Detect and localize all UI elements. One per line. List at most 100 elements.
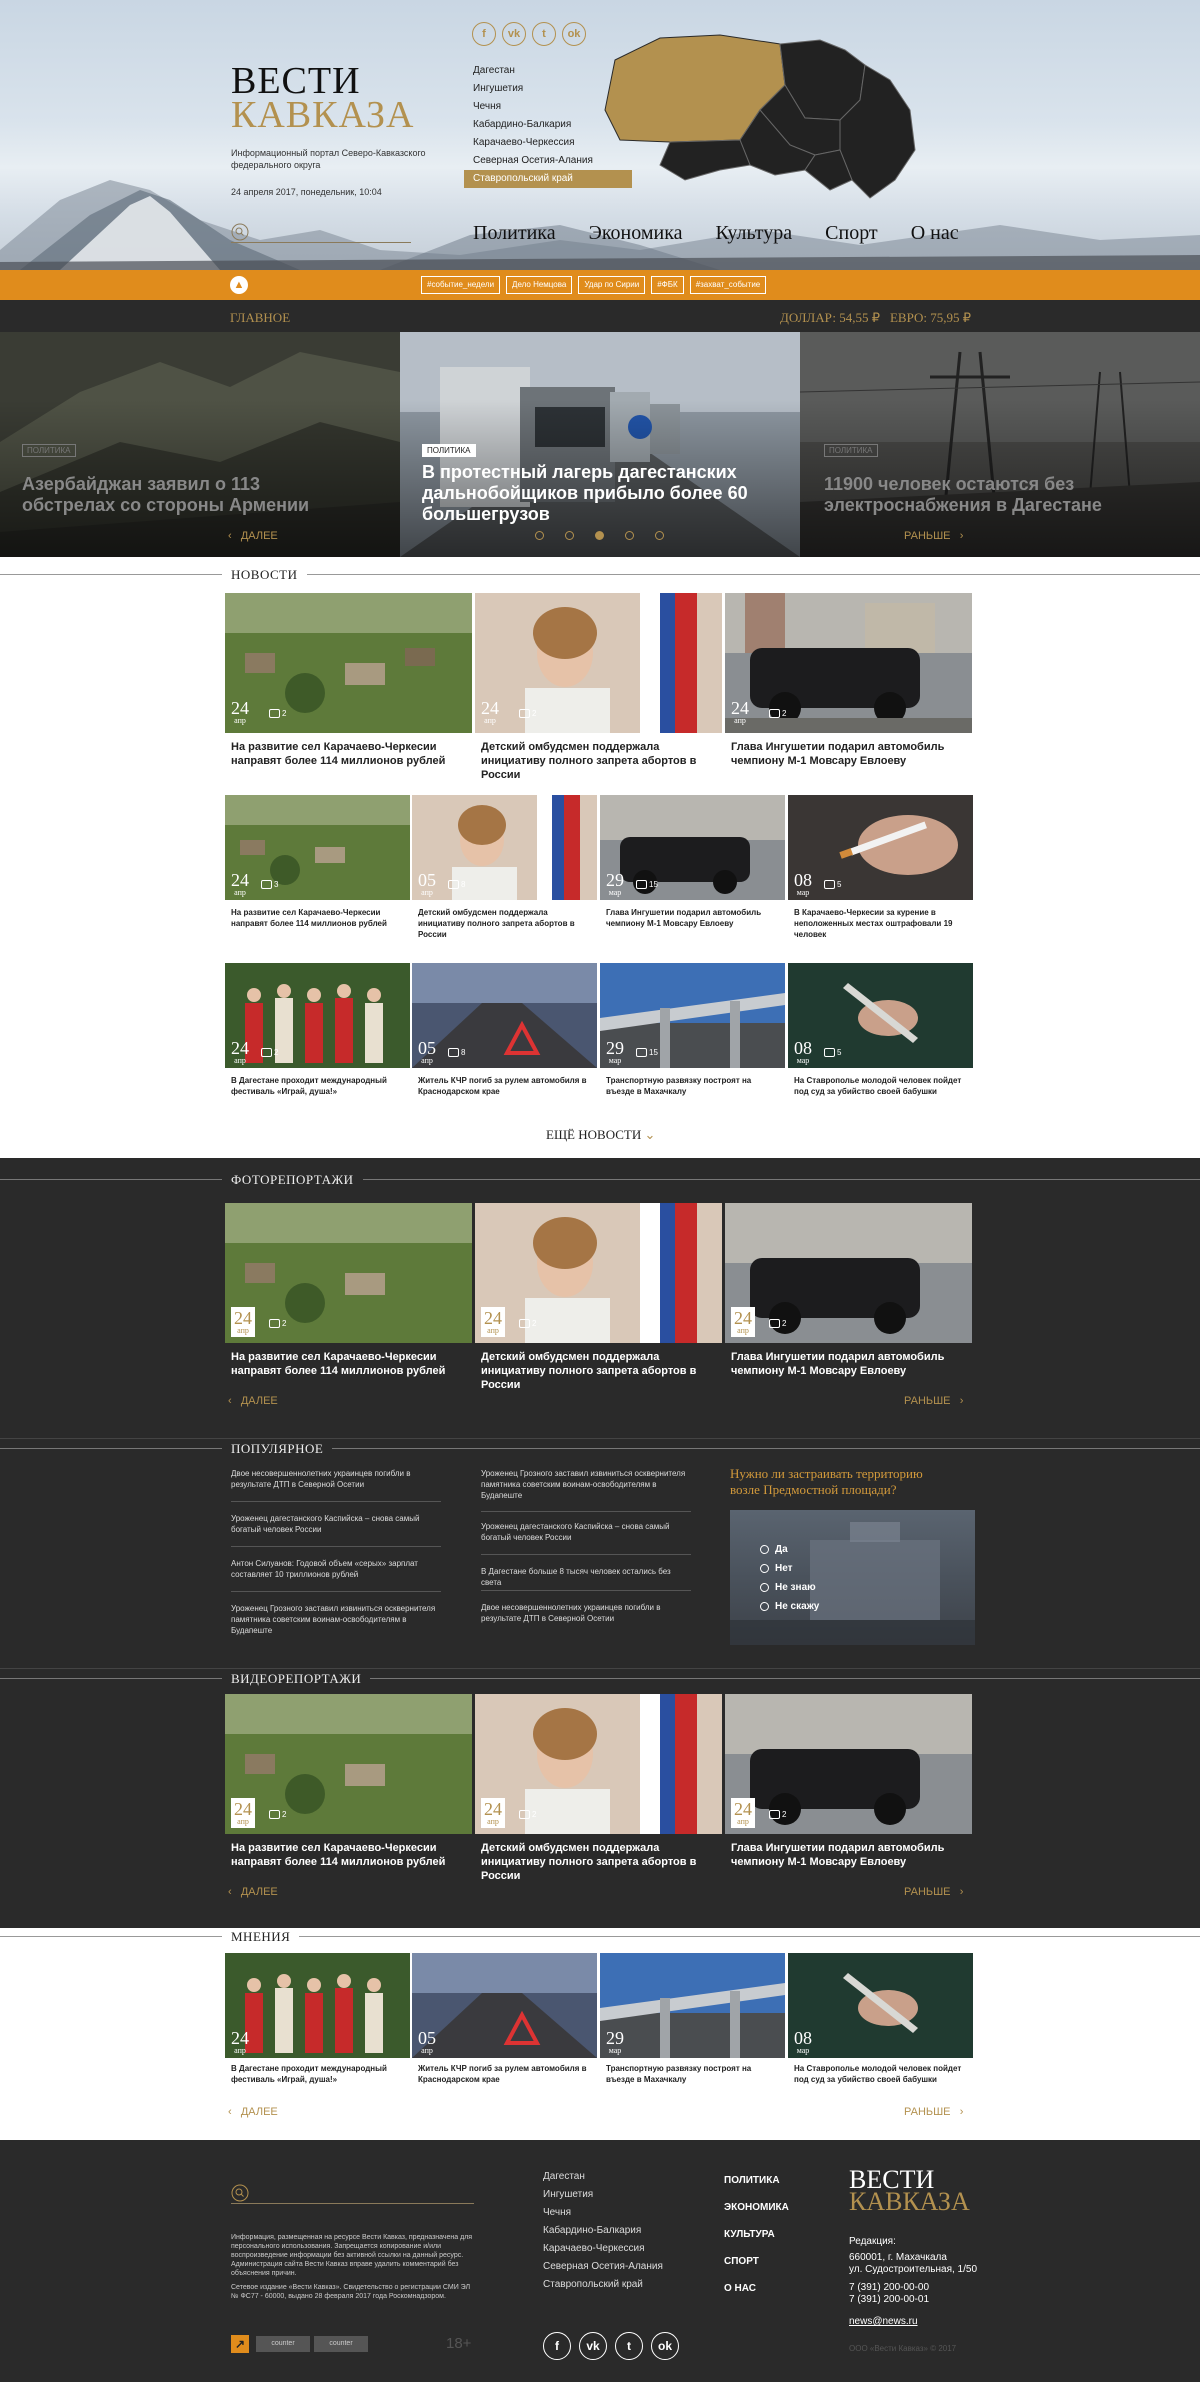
slider-dot[interactable] (565, 531, 574, 540)
news-card[interactable]: 24 апр 2 Детский омбудсмен поддержала ини… (475, 593, 722, 783)
slider-dot-active[interactable] (595, 531, 604, 540)
footer-nav-culture[interactable]: КУЛЬТУРА (724, 2221, 789, 2248)
news-title[interactable]: В Карачаево-Черкесии за курение в неполо… (794, 907, 969, 940)
search-field[interactable] (231, 223, 411, 243)
news-title[interactable]: Транспортную развязку построят на въезде… (606, 1075, 781, 1097)
photo-next-button[interactable]: РАНЬШЕ › (904, 1395, 963, 1407)
opinion-title[interactable]: На Ставрополье молодой человек пойдет по… (794, 2063, 969, 2085)
comments-count[interactable]: 2 (769, 1319, 786, 1328)
comments-count[interactable]: 2 (519, 709, 536, 718)
photo-title[interactable]: На развитие сел Карачаево-Черкесии напра… (231, 1350, 466, 1378)
video-card[interactable]: 24 апр 2 Детский омбудсмен поддержала ини… (475, 1694, 722, 1882)
footer-search-field[interactable] (231, 2184, 474, 2204)
comments-count[interactable]: 3 (261, 880, 278, 889)
news-card[interactable]: 24 апр 3 На развитие сел Карачаево-Черкес… (225, 795, 410, 940)
footer-nav-economy[interactable]: ЭКОНОМИКА (724, 2194, 789, 2221)
logo-line1[interactable]: ВЕСТИ (231, 62, 361, 100)
opinion-title[interactable]: Транспортную развязку построят на въезде… (606, 2063, 781, 2085)
video-title[interactable]: Детский омбудсмен поддержала инициативу … (481, 1841, 716, 1883)
photo-prev-button[interactable]: ‹ ДАЛЕЕ (228, 1395, 278, 1407)
news-card[interactable]: 24 апр 2 Глава Ингушетии подарил автомоби… (725, 593, 972, 783)
video-prev-button[interactable]: ‹ ДАЛЕЕ (228, 1886, 278, 1898)
news-card[interactable]: 08 мар 5 На Ставрополье молодой человек п… (788, 963, 973, 1098)
comments-count[interactable]: 2 (269, 1319, 286, 1328)
slide-1[interactable]: ПОЛИТИКА Азербайджан заявил о 113 обстре… (0, 332, 400, 557)
popular-item[interactable]: В Дагестане больше 8 тысяч человек остал… (481, 1566, 691, 1588)
vk-icon[interactable]: vk (502, 22, 526, 46)
news-card[interactable]: 08 мар 5 В Карачаево-Черкесии за курение … (788, 795, 973, 940)
comments-count[interactable]: 5 (824, 1048, 841, 1057)
tag-item[interactable]: Дело Немцова (506, 276, 573, 294)
slider-dot[interactable] (625, 531, 634, 540)
facebook-icon[interactable]: f (472, 22, 496, 46)
nav-about[interactable]: О нас (911, 222, 959, 245)
footer-logo-line2[interactable]: КАВКАЗА (849, 2189, 970, 2215)
slider-dot[interactable] (655, 531, 664, 540)
odnoklassniki-icon[interactable]: ok (651, 2332, 679, 2360)
photo-title[interactable]: Детский омбудсмен поддержала инициативу … (481, 1350, 716, 1392)
footer-region-item[interactable]: Дагестан (543, 2168, 663, 2186)
news-title[interactable]: Житель КЧР погиб за рулем автомобиля в К… (418, 1075, 593, 1097)
regions-map[interactable] (590, 30, 920, 205)
opinion-card[interactable]: 08 мар На Ставрополье молодой человек пой… (788, 1953, 973, 2088)
poll-option[interactable]: Не знаю (760, 1582, 816, 1593)
slide-title[interactable]: Азербайджан заявил о 113 обстрелах со ст… (22, 474, 352, 516)
nav-economy[interactable]: Экономика (589, 222, 683, 245)
counter-badge[interactable]: counter (256, 2336, 310, 2352)
video-title[interactable]: Глава Ингушетии подарил автомобиль чемпи… (731, 1841, 966, 1869)
slide-2[interactable]: ПОЛИТИКА В протестный лагерь дагестански… (400, 332, 800, 557)
opinions-heading-label[interactable]: МНЕНИЯ (222, 1929, 300, 1945)
twitter-icon[interactable]: t (615, 2332, 643, 2360)
tag-item[interactable]: #ФБК (651, 276, 684, 294)
news-card[interactable]: 24 апр 2 На развитие сел Карачаево-Черкес… (225, 593, 472, 783)
slide-title[interactable]: 11900 человек остаются без электроснабже… (824, 474, 1144, 516)
popular-item[interactable]: Уроженец дагестанского Каспийска – снова… (231, 1513, 441, 1535)
photo-heading-label[interactable]: ФОТОРЕПОРТАЖИ (222, 1172, 363, 1188)
main-label[interactable]: ГЛАВНОЕ (230, 310, 290, 326)
photo-title[interactable]: Глава Ингушетии подарил автомобиль чемпи… (731, 1350, 966, 1378)
radio-button[interactable] (760, 1583, 769, 1592)
news-heading-label[interactable]: НОВОСТИ (222, 567, 307, 583)
popular-item[interactable]: Двое несовершеннолетних украинцев погибл… (481, 1602, 691, 1624)
opinion-card[interactable]: 29 мар Транспортную развязку построят на … (600, 1953, 785, 2088)
slider-prev-button[interactable]: ‹ ДАЛЕЕ (228, 530, 278, 542)
comments-count[interactable]: 8 (448, 1048, 465, 1057)
phone-2[interactable]: 7 (391) 200-00-01 (849, 2294, 1089, 2306)
comments-count[interactable]: 2 (269, 1810, 286, 1819)
slider-dot[interactable] (535, 531, 544, 540)
popular-item[interactable]: Антон Силуанов: Годовой объем «серых» за… (231, 1558, 441, 1580)
radio-button[interactable] (760, 1545, 769, 1554)
photo-card[interactable]: 24 апр 2 Детский омбудсмен поддержала ини… (475, 1203, 722, 1391)
news-card[interactable]: 24 апр 2 В Дагестане проходит международн… (225, 963, 410, 1098)
opinion-title[interactable]: В Дагестане проходит международный фести… (231, 2063, 406, 2085)
odnoklassniki-icon[interactable]: ok (562, 22, 586, 46)
radio-button[interactable] (760, 1564, 769, 1573)
comments-count[interactable]: 8 (448, 880, 465, 889)
nav-politics[interactable]: Политика (473, 222, 556, 245)
photo-card[interactable]: 24 апр 2 Глава Ингушетии подарил автомоби… (725, 1203, 972, 1383)
popular-heading-label[interactable]: ПОПУЛЯРНОЕ (222, 1441, 333, 1457)
news-title[interactable]: Глава Ингушетии подарил автомобиль чемпи… (606, 907, 781, 929)
video-title[interactable]: На развитие сел Карачаево-Черкесии напра… (231, 1841, 466, 1869)
news-title[interactable]: В Дагестане проходит международный фести… (231, 1075, 406, 1097)
opinions-next-button[interactable]: РАНЬШЕ › (904, 2106, 963, 2118)
slider-next-button[interactable]: РАНЬШЕ › (904, 530, 963, 542)
news-card[interactable]: 29 мар 15 Транспортную развязку построят … (600, 963, 785, 1098)
comments-count[interactable]: 2 (769, 709, 786, 718)
news-title[interactable]: Детский омбудсмен поддержала инициативу … (481, 740, 716, 782)
search-icon[interactable] (231, 223, 249, 241)
opinion-card[interactable]: 24 апр В Дагестане проходит международный… (225, 1953, 410, 2088)
counter-badge[interactable]: counter (314, 2336, 368, 2352)
news-title[interactable]: На Ставрополье молодой человек пойдет по… (794, 1075, 969, 1097)
popular-item[interactable]: Двое несовершеннолетних украинцев погибл… (231, 1468, 441, 1490)
news-title[interactable]: На развитие сел Карачаево-Черкесии напра… (231, 740, 466, 768)
comments-count[interactable]: 5 (824, 880, 841, 889)
logo-line2[interactable]: КАВКАЗА (231, 96, 414, 134)
footer-region-item[interactable]: Ингушетия (543, 2186, 663, 2204)
video-heading-label[interactable]: ВИДЕОРЕПОРТАЖИ (222, 1671, 371, 1687)
vk-icon[interactable]: vk (579, 2332, 607, 2360)
popular-item[interactable]: Уроженец Грозного заставил извиниться ос… (481, 1468, 691, 1501)
comments-count[interactable]: 2 (519, 1810, 536, 1819)
opinion-title[interactable]: Житель КЧР погиб за рулем автомобиля в К… (418, 2063, 593, 2085)
news-title[interactable]: Глава Ингушетии подарил автомобиль чемпи… (731, 740, 966, 768)
